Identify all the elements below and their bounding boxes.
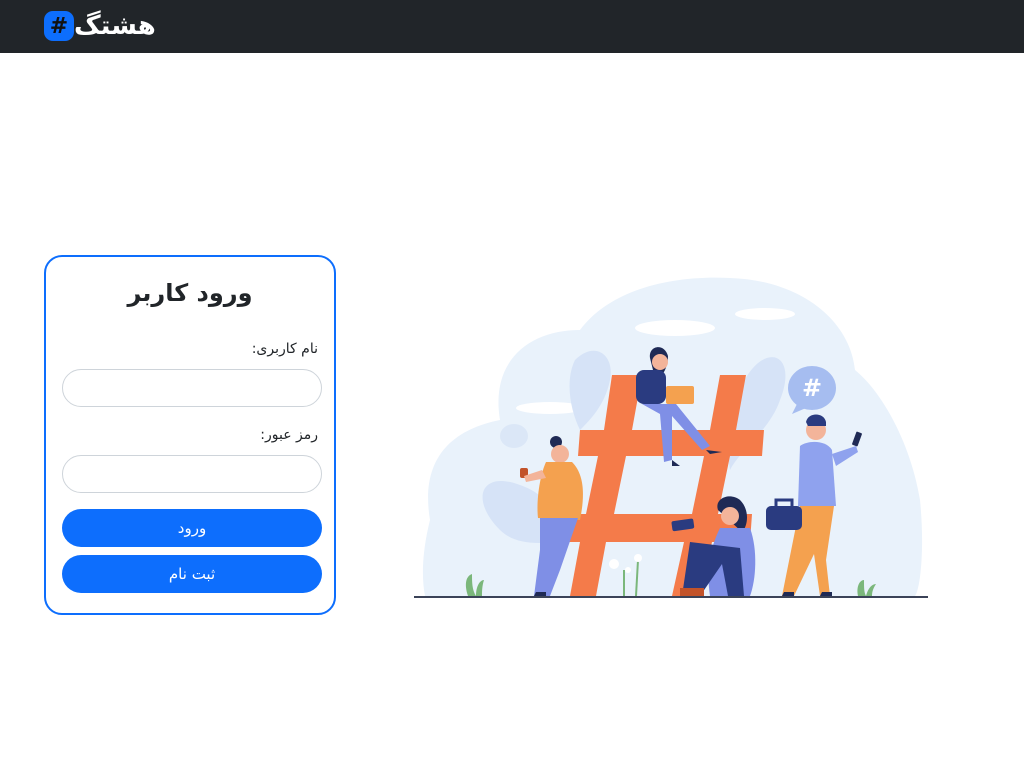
username-input[interactable] bbox=[62, 369, 322, 407]
register-button[interactable]: ثبت نام bbox=[62, 555, 322, 593]
hashtag-people-illustration: # bbox=[414, 277, 928, 598]
password-input[interactable] bbox=[62, 455, 322, 493]
cloud-shape bbox=[635, 320, 715, 336]
hashtag-bubble-text: # bbox=[802, 374, 822, 402]
brand-name: هشتگ bbox=[74, 11, 156, 41]
speech-bubble bbox=[500, 424, 528, 448]
username-label: نام کاربری: bbox=[251, 341, 318, 357]
cloud-shape bbox=[735, 308, 795, 320]
login-title: ورود کاربر bbox=[127, 279, 253, 307]
top-navbar: # هشتگ bbox=[0, 0, 1024, 53]
brand-logo[interactable]: # هشتگ bbox=[44, 10, 156, 42]
login-button[interactable]: ورود bbox=[62, 509, 322, 547]
hashtag-logo-icon: # bbox=[44, 11, 74, 41]
password-label: رمز عبور: bbox=[260, 427, 318, 443]
login-card: ورود کاربر نام کاربری: رمز عبور: ورود ثب… bbox=[44, 255, 336, 615]
